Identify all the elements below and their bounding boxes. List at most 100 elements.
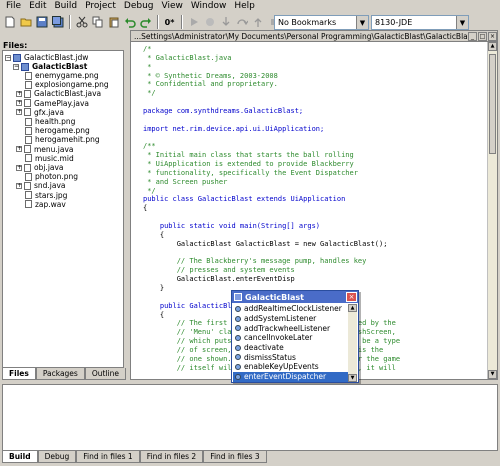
code-line: * Confidential and proprietary. xyxy=(143,80,278,89)
code-line: * Initial main class that starts the bal… xyxy=(143,151,354,160)
tree-file-item[interactable]: + snd.java xyxy=(16,181,66,191)
paste-icon[interactable] xyxy=(106,15,121,30)
tree-file-item[interactable]: + GalacticBlast.java xyxy=(16,89,101,98)
tree-file-item[interactable]: enemygame.png xyxy=(25,71,99,80)
completion-item[interactable]: cancelInvokeLater xyxy=(233,333,349,343)
scroll-up-icon[interactable]: ▲ xyxy=(348,304,357,312)
expand-icon[interactable]: + xyxy=(16,182,22,189)
file-tree: − GalacticBlast.jdw − GalacticBlast enem… xyxy=(2,50,124,368)
completion-item[interactable]: enterEventDispatcher xyxy=(233,371,349,382)
collapse-icon[interactable]: − xyxy=(5,54,11,61)
scroll-up-icon[interactable]: ▲ xyxy=(488,42,497,51)
completion-item[interactable]: dismissStatus xyxy=(233,352,349,362)
scroll-down-icon[interactable]: ▼ xyxy=(488,370,497,379)
file-label: gfx.java xyxy=(34,107,64,117)
toolbar-separator xyxy=(181,15,183,29)
tree-file-item[interactable]: zap.wav xyxy=(25,200,66,209)
editor-vertical-scrollbar[interactable]: ▲ ▼ xyxy=(487,42,497,379)
tree-file-item[interactable]: + obj.java xyxy=(16,163,64,172)
tab-packages[interactable]: Packages xyxy=(35,368,85,380)
tree-file-item[interactable]: stars.jpg xyxy=(25,191,67,200)
tree-file-item[interactable]: + menu.java xyxy=(16,145,74,154)
expand-icon[interactable]: + xyxy=(16,90,22,97)
file-label: zap.wav xyxy=(35,199,66,209)
code-line: * GalacticBlast.java xyxy=(143,53,232,62)
completion-item[interactable]: addSystemListener xyxy=(233,314,349,324)
close-icon[interactable]: × xyxy=(346,292,357,302)
close-icon[interactable]: × xyxy=(488,31,497,41)
cut-icon[interactable] xyxy=(74,15,89,30)
bookmarks-dropdown[interactable]: No Bookmarks ▼ xyxy=(274,15,369,30)
menu-edit[interactable]: Edit xyxy=(25,0,50,13)
collapse-icon[interactable]: − xyxy=(13,63,19,70)
code-line: * xyxy=(143,62,152,71)
toolbar-separator xyxy=(69,15,71,29)
tree-file-item[interactable]: + GamePlay.java xyxy=(16,99,89,108)
tree-file-item[interactable]: music.mid xyxy=(25,154,74,163)
breakpoint-icon[interactable] xyxy=(202,15,217,30)
completion-item[interactable]: addTrackwheelListener xyxy=(233,323,349,333)
menu-window[interactable]: Window xyxy=(187,0,231,13)
expand-icon[interactable]: + xyxy=(16,146,22,153)
copy-icon[interactable] xyxy=(90,15,105,30)
completion-item[interactable]: enableKeyUpEvents xyxy=(233,362,349,372)
code-line: import net.rim.device.api.ui.UiApplicati… xyxy=(143,124,325,133)
toolbar-separator xyxy=(157,15,159,29)
chevron-down-icon[interactable]: ▼ xyxy=(356,16,368,29)
menu-debug[interactable]: Debug xyxy=(120,0,158,13)
tree-file-item[interactable]: explosiongame.png xyxy=(25,80,109,89)
file-label: snd.java xyxy=(34,181,66,191)
completion-item[interactable]: addRealtimeClockListener xyxy=(233,304,349,314)
minimize-icon[interactable]: _ xyxy=(468,31,477,41)
step-into-icon[interactable] xyxy=(218,15,233,30)
open-folder-icon[interactable] xyxy=(18,15,33,30)
step-over-icon[interactable] xyxy=(234,15,249,30)
tree-file-item[interactable]: health.png xyxy=(25,117,75,126)
menu-view[interactable]: View xyxy=(158,0,187,13)
expand-icon[interactable]: + xyxy=(16,109,22,116)
step-out-icon[interactable] xyxy=(250,15,265,30)
expand-icon[interactable]: + xyxy=(16,164,22,171)
menu-file[interactable]: File xyxy=(2,0,25,13)
scrollbar-thumb[interactable] xyxy=(489,54,496,154)
tab-build[interactable]: Build xyxy=(2,451,38,463)
code-line: { xyxy=(143,230,165,239)
tree-workspace[interactable]: − GalacticBlast.jdw xyxy=(5,53,88,62)
method-icon xyxy=(235,344,241,351)
tab-find-in-files-2[interactable]: Find in files 2 xyxy=(139,451,204,463)
code-line: /** xyxy=(143,142,156,151)
chevron-down-icon[interactable]: ▼ xyxy=(456,16,468,29)
new-file-icon[interactable] xyxy=(2,15,17,30)
menu-help[interactable]: Help xyxy=(230,0,259,13)
popup-scrollbar[interactable]: ▲ ▼ xyxy=(348,304,357,382)
undo-icon[interactable] xyxy=(122,15,137,30)
save-all-icon[interactable] xyxy=(50,15,65,30)
files-panel-title: Files: xyxy=(3,41,28,50)
tab-files[interactable]: Files xyxy=(2,368,36,380)
tree-file-item[interactable]: herogamehit.png xyxy=(25,135,100,144)
completion-item[interactable]: deactivate xyxy=(233,343,349,353)
debug-go-icon[interactable] xyxy=(186,15,201,30)
output-pane[interactable] xyxy=(2,384,498,451)
scroll-down-icon[interactable]: ▼ xyxy=(348,374,357,382)
tab-find-in-files-3[interactable]: Find in files 3 xyxy=(203,451,267,463)
menu-build[interactable]: Build xyxy=(51,0,82,13)
tree-file-item[interactable]: photon.png xyxy=(25,172,78,181)
completion-label: cancelInvokeLater xyxy=(244,333,313,343)
tab-outline[interactable]: Outline xyxy=(84,368,126,380)
menu-project[interactable]: Project xyxy=(81,0,120,13)
maximize-icon[interactable]: □ xyxy=(478,31,487,41)
tab-find-in-files-1[interactable]: Find in files 1 xyxy=(76,451,140,463)
redo-icon[interactable] xyxy=(138,15,153,30)
tab-debug[interactable]: Debug xyxy=(37,451,77,463)
save-icon[interactable] xyxy=(34,15,49,30)
file-icon xyxy=(24,163,31,172)
tree-project[interactable]: − GalacticBlast xyxy=(13,62,87,71)
code-line: GalacticBlast GalacticBlast = new Galact… xyxy=(143,239,388,248)
zero-label[interactable]: 0* xyxy=(162,15,177,30)
tree-file-item[interactable]: herogame.png xyxy=(25,126,90,135)
tree-file-item[interactable]: + gfx.java xyxy=(16,107,64,117)
expand-icon[interactable]: + xyxy=(16,100,22,107)
method-icon xyxy=(235,315,241,322)
device-dropdown[interactable]: 8130-JDE ▼ xyxy=(371,15,469,30)
